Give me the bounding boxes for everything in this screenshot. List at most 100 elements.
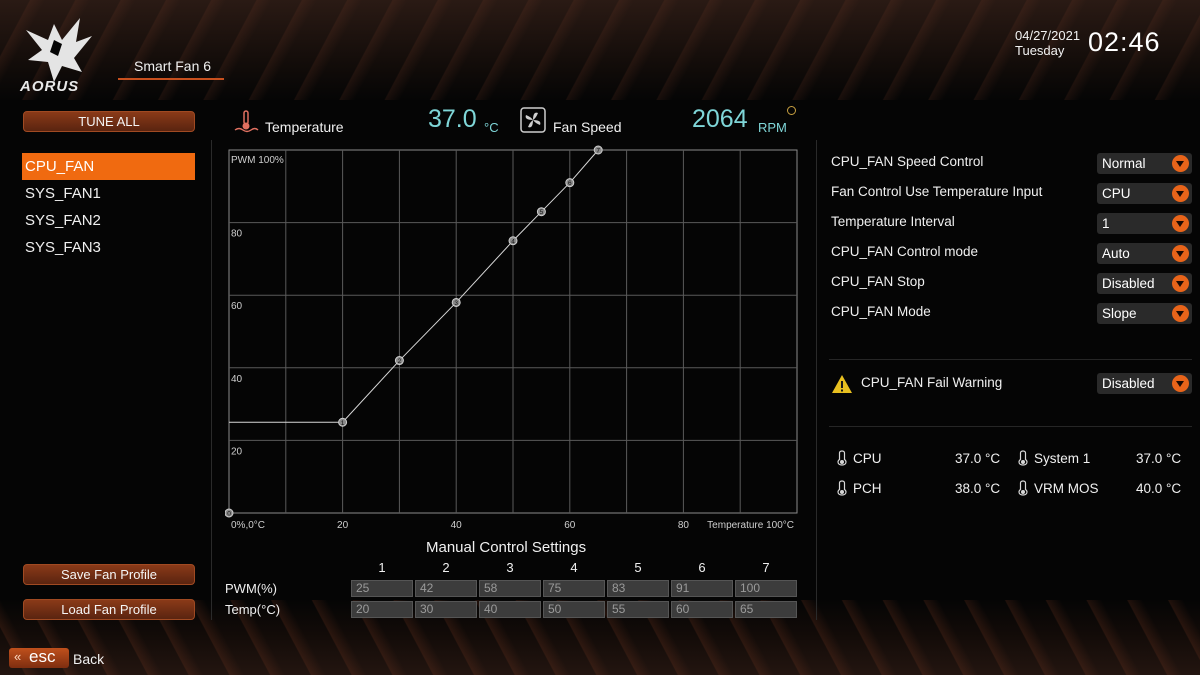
curve-point-label: 3 — [454, 300, 458, 307]
chevron-down-icon — [1172, 215, 1189, 232]
temperature-label: Temperature — [265, 119, 344, 135]
curve-point-3[interactable]: 3 — [451, 297, 461, 307]
manual-col-header: 7 — [762, 560, 770, 575]
esc-key-badge[interactable]: « esc — [9, 647, 69, 668]
fan-item-cpu-fan[interactable]: CPU_FAN — [22, 153, 195, 180]
x-tick-label: 20 — [337, 520, 349, 531]
sensor-value: 40.0 °C — [1136, 481, 1182, 496]
sensor-label: System 1 — [1034, 451, 1091, 466]
sensor-value: 37.0 °C — [1136, 451, 1182, 466]
temp-input[interactable]: 55 — [607, 601, 669, 618]
setting-label: CPU_FAN Mode — [831, 304, 931, 319]
sensor-value: 38.0 °C — [955, 481, 1001, 496]
clock: 02:46 — [1088, 27, 1161, 57]
setting-select[interactable]: Auto — [1097, 243, 1192, 264]
sensor-label: CPU — [853, 451, 882, 466]
fan-icon — [520, 107, 546, 133]
warning-icon — [832, 375, 852, 393]
sensor-divider — [829, 426, 1192, 427]
pwm-input[interactable]: 58 — [479, 580, 541, 597]
chevron-down-icon — [1172, 185, 1189, 202]
fan-item-sys-fan1[interactable]: SYS_FAN1 — [22, 180, 195, 207]
pwm-input[interactable]: 42 — [415, 580, 477, 597]
chevron-down-icon — [1172, 245, 1189, 262]
manual-col-header: 4 — [570, 560, 578, 575]
fail-warning-label: CPU_FAN Fail Warning — [861, 375, 1003, 390]
fan-item-sys-fan2[interactable]: SYS_FAN2 — [22, 207, 195, 234]
setting-label: CPU_FAN Speed Control — [831, 154, 984, 169]
pwm-input[interactable]: 75 — [543, 580, 605, 597]
manual-col-header: 3 — [506, 560, 514, 575]
setting-select[interactable]: Slope — [1097, 303, 1192, 324]
temp-input[interactable]: 30 — [415, 601, 477, 618]
curve-point-origin[interactable]: 0 — [225, 508, 234, 518]
day-text: Tuesday — [1015, 43, 1065, 58]
pwm-input[interactable]: 100 — [735, 580, 797, 597]
manual-col-header: 2 — [442, 560, 450, 575]
thermometer-icon — [234, 110, 259, 133]
curve-point-6[interactable]: 6 — [565, 178, 575, 188]
date-display: 04/27/2021 Tuesday — [1015, 28, 1080, 58]
pwm-input[interactable]: 25 — [351, 580, 413, 597]
temp-input[interactable]: 40 — [479, 601, 541, 618]
tab-smart-fan[interactable]: Smart Fan 6 — [118, 50, 224, 80]
back-button[interactable]: Back — [73, 651, 104, 667]
settings-divider — [829, 359, 1192, 360]
curve-point-label: 1 — [341, 420, 345, 427]
thermometer-icon — [837, 480, 847, 496]
pwm-input[interactable]: 83 — [607, 580, 669, 597]
setting-label: Fan Control Use Temperature Input — [831, 184, 1043, 199]
chevron-down-icon — [1172, 305, 1189, 322]
setting-select[interactable]: Disabled — [1097, 273, 1192, 294]
setting-select[interactable]: CPU — [1097, 183, 1192, 204]
setting-value: Auto — [1102, 246, 1130, 261]
chevron-down-icon — [1172, 275, 1189, 292]
setting-select[interactable]: 1 — [1097, 213, 1192, 234]
fan-item-sys-fan3[interactable]: SYS_FAN3 — [22, 234, 195, 261]
y-axis-top-label: PWM 100% — [231, 155, 284, 166]
temp-input[interactable]: 60 — [671, 601, 733, 618]
setting-value: 1 — [1102, 216, 1110, 231]
sensor-label: VRM MOS — [1034, 481, 1099, 496]
curve-point-2[interactable]: 2 — [394, 356, 404, 366]
curve-point-7[interactable]: 7 — [593, 145, 603, 155]
logo-text: AORUS — [20, 78, 80, 95]
y-tick-label: 60 — [231, 301, 243, 312]
fail-warning-value: Disabled — [1102, 376, 1155, 391]
fan-speed-label: Fan Speed — [553, 119, 622, 135]
load-fan-profile-button[interactable]: Load Fan Profile — [23, 599, 195, 620]
chart-points[interactable]: 0 1 2 3 4 5 6 7 — [225, 145, 603, 518]
curve-point-label: 5 — [540, 209, 544, 216]
temp-input[interactable]: 65 — [735, 601, 797, 618]
setting-label: Temperature Interval — [831, 214, 955, 229]
curve-point-label: 6 — [568, 180, 572, 187]
temp-input[interactable]: 20 — [351, 601, 413, 618]
x-axis-end-label: Temperature 100°C — [707, 520, 794, 531]
sensor-value: 37.0 °C — [955, 451, 1001, 466]
date-text: 04/27/2021 — [1015, 28, 1081, 43]
pwm-input[interactable]: 91 — [671, 580, 733, 597]
curve-point-label: 7 — [596, 148, 600, 155]
thermometer-icon — [837, 450, 847, 466]
curve-point-4[interactable]: 4 — [508, 236, 518, 246]
curve-point-label: 2 — [398, 358, 402, 365]
pwm-row-label: PWM(%) — [225, 581, 277, 596]
setting-value: Slope — [1102, 306, 1137, 321]
x-tick-label: 80 — [678, 520, 690, 531]
temp-input[interactable]: 50 — [543, 601, 605, 618]
temperature-value: 37.0 — [428, 105, 477, 133]
tab-smart-fan-label: Smart Fan 6 — [134, 58, 212, 74]
fan-curve-line — [229, 149, 599, 423]
x-tick-label: 40 — [451, 520, 463, 531]
setting-value: CPU — [1102, 186, 1131, 201]
temp-row-label: Temp(°C) — [225, 602, 281, 617]
curve-point-5[interactable]: 5 — [536, 207, 546, 217]
curve-point-1[interactable]: 1 — [338, 417, 348, 427]
y-tick-label: 40 — [231, 374, 243, 385]
manual-control-title: Manual Control Settings — [426, 539, 587, 556]
fail-warning-select[interactable]: Disabled — [1097, 373, 1192, 394]
setting-select[interactable]: Normal — [1097, 153, 1192, 174]
fan-curve-chart[interactable]: PWM 100%204060800%,0°C 20 40 60 80 Temperatur… — [225, 145, 800, 535]
save-fan-profile-button[interactable]: Save Fan Profile — [23, 564, 195, 585]
tune-all-button[interactable]: TUNE ALL — [23, 111, 195, 132]
